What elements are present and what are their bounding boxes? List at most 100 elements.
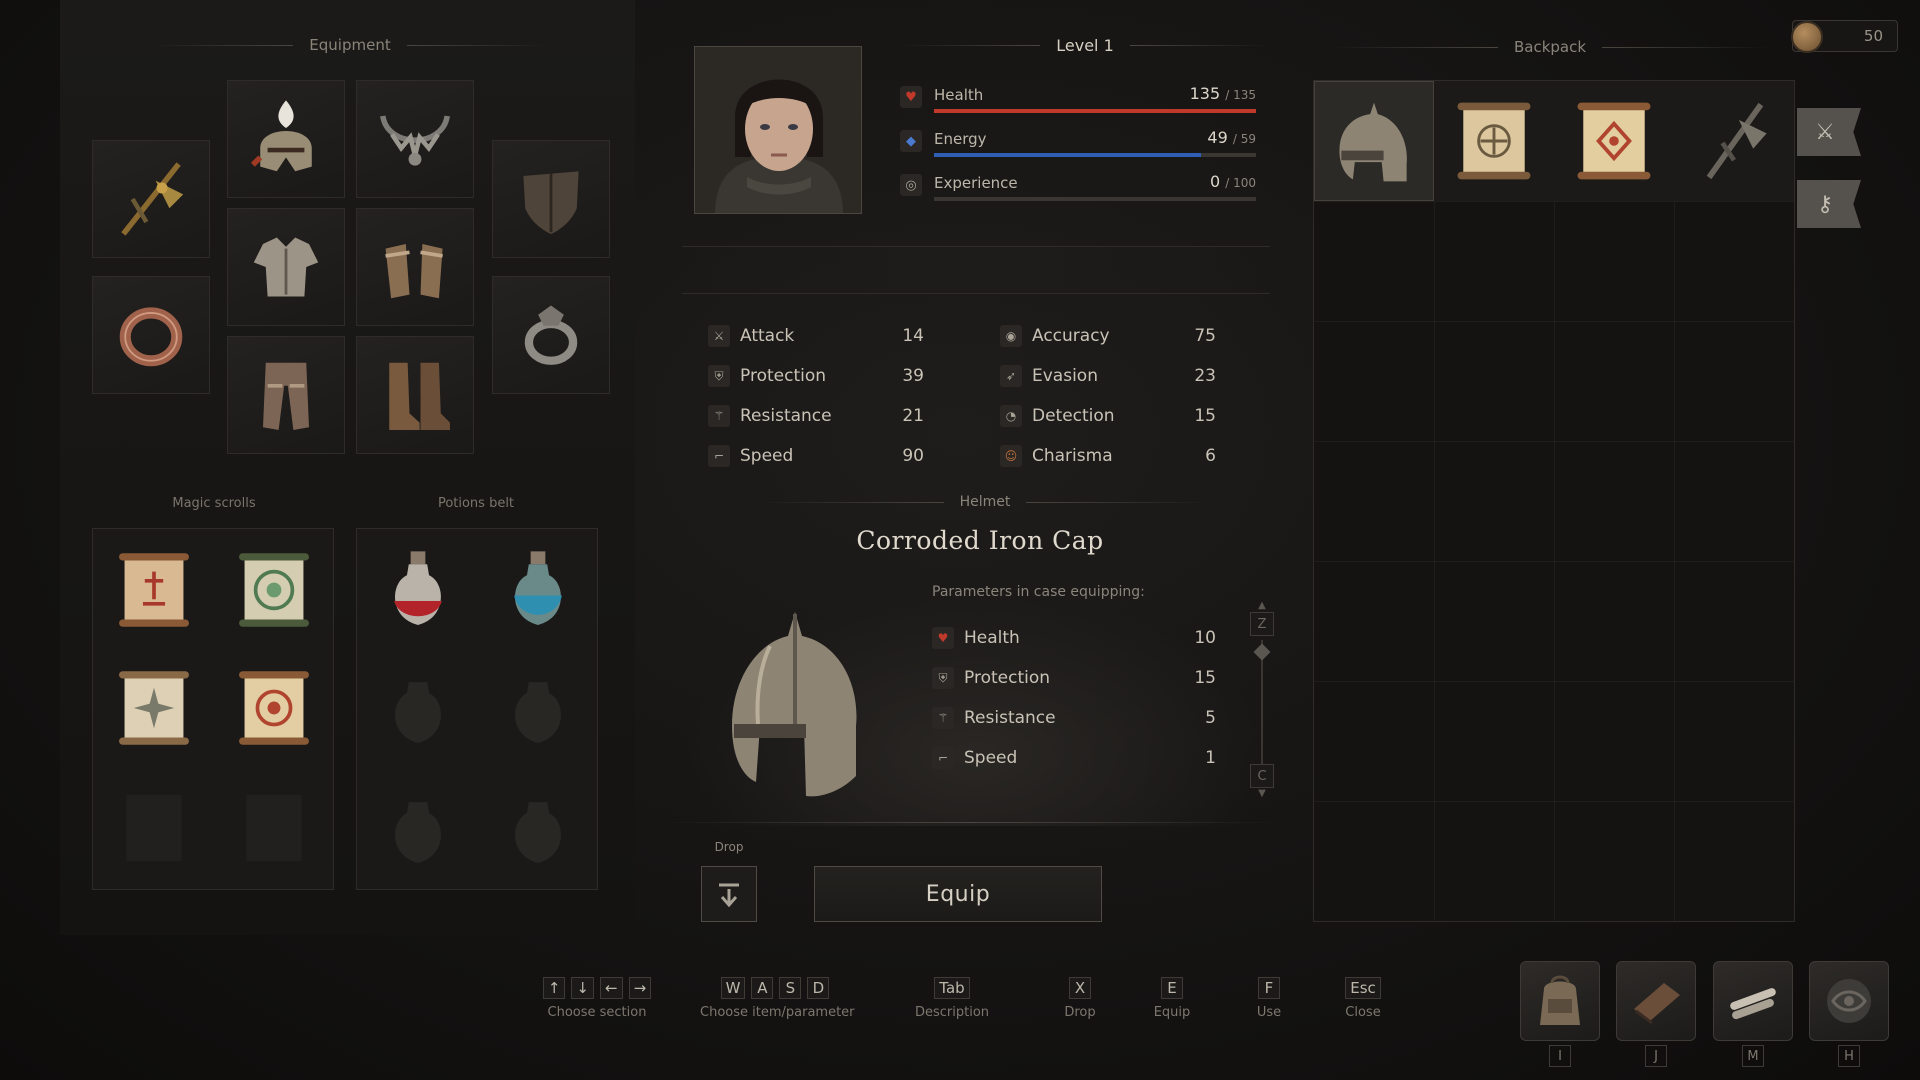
health-fill bbox=[934, 109, 1256, 113]
stat-attack[interactable]: ⚔ Attack 14 bbox=[708, 321, 924, 351]
scroll-up-arrow-icon[interactable]: ▲ bbox=[1254, 600, 1270, 612]
crossbow-icon bbox=[1706, 102, 1767, 180]
hint-label: Use bbox=[1256, 1005, 1282, 1020]
map-button[interactable] bbox=[1713, 961, 1793, 1041]
scroll-slot-2[interactable] bbox=[219, 535, 329, 645]
hint-use: F Use bbox=[1229, 977, 1309, 1020]
esc-key: Esc bbox=[1345, 977, 1381, 999]
boot-speed-icon: ⌐ bbox=[932, 747, 954, 769]
potion-slot-4-empty[interactable] bbox=[483, 653, 593, 763]
slot-gloves[interactable] bbox=[356, 208, 474, 326]
scroll-slot-4[interactable] bbox=[219, 653, 329, 763]
stat-name: Charisma bbox=[1032, 446, 1113, 466]
slot-leggings[interactable] bbox=[227, 336, 345, 454]
slot-boots[interactable] bbox=[356, 336, 474, 454]
backpack-slot-2[interactable] bbox=[1434, 81, 1554, 201]
slot-necklace[interactable] bbox=[356, 80, 474, 198]
scroll-slot-6-empty[interactable] bbox=[219, 773, 329, 883]
resistance-icon: ⚚ bbox=[932, 707, 954, 729]
stat-value: 39 bbox=[902, 366, 924, 386]
param-value: 5 bbox=[1205, 708, 1216, 728]
hint-label: Drop bbox=[1064, 1005, 1096, 1020]
param-speed[interactable]: ⌐ Speed 1 bbox=[932, 743, 1216, 773]
param-protection[interactable]: ⛨ Protection 15 bbox=[932, 663, 1216, 693]
params-title: Parameters in case equipping: bbox=[932, 584, 1145, 600]
potion-slot-3-empty[interactable] bbox=[363, 653, 473, 763]
journal-button[interactable] bbox=[1616, 961, 1696, 1041]
scroll-up-key[interactable]: Z bbox=[1250, 612, 1274, 636]
gold-counter: 50 bbox=[1791, 20, 1898, 53]
ornament-band bbox=[682, 246, 1270, 294]
health-label: Health bbox=[934, 86, 984, 104]
stat-name: Resistance bbox=[740, 406, 832, 426]
scroll-slot-1[interactable] bbox=[99, 535, 209, 645]
stat-value: 75 bbox=[1194, 326, 1216, 346]
scroll-down-key[interactable]: C bbox=[1250, 764, 1274, 788]
heart-icon: ♥ bbox=[932, 627, 954, 649]
tab-weapons[interactable]: ⚔ bbox=[1797, 108, 1861, 156]
stat-evasion[interactable]: ➶ Evasion 23 bbox=[1000, 361, 1216, 391]
equip-button[interactable]: Equip bbox=[814, 866, 1102, 922]
stat-charisma[interactable]: ☺ Charisma 6 bbox=[1000, 441, 1216, 471]
tab-keys[interactable]: ⚷ bbox=[1797, 180, 1861, 228]
potion-slot-6-empty[interactable] bbox=[483, 773, 593, 883]
scroll-down-arrow-icon[interactable]: ▼ bbox=[1254, 788, 1270, 800]
param-resistance[interactable]: ⚚ Resistance 5 bbox=[932, 703, 1216, 733]
slot-shield[interactable] bbox=[492, 140, 610, 258]
resistance-icon: ⚚ bbox=[708, 405, 730, 427]
slot-armor[interactable] bbox=[227, 208, 345, 326]
arrow-right-key: → bbox=[628, 977, 652, 999]
slot-ring-right[interactable] bbox=[492, 276, 610, 394]
e-key: E bbox=[1161, 977, 1183, 999]
param-name: Health bbox=[964, 628, 1020, 648]
param-value: 1 bbox=[1205, 748, 1216, 768]
params-scrollbar[interactable]: ▲ Z C ▼ bbox=[1250, 600, 1274, 800]
potion-slot-1[interactable] bbox=[363, 535, 473, 645]
param-health[interactable]: ♥ Health 10 bbox=[932, 623, 1216, 653]
iron-cap-icon bbox=[732, 612, 857, 797]
scroll-thumb[interactable] bbox=[1253, 643, 1271, 661]
stat-accuracy[interactable]: ◉ Accuracy 75 bbox=[1000, 321, 1216, 351]
backpack-grid[interactable] bbox=[1313, 80, 1795, 922]
experience-bar: ◎ Experience 0 / 100 bbox=[900, 170, 1256, 204]
backpack-slot-3[interactable] bbox=[1554, 81, 1674, 201]
stat-resistance[interactable]: ⚚ Resistance 21 bbox=[708, 401, 924, 431]
scroll-slot-5-empty[interactable] bbox=[99, 773, 209, 883]
energy-crystal-icon: ◆ bbox=[900, 130, 922, 152]
character-button[interactable] bbox=[1809, 961, 1889, 1041]
scroll-slot-3[interactable] bbox=[99, 653, 209, 763]
arrow-down-key: ↓ bbox=[571, 977, 594, 999]
empty-potion-placeholder-icon bbox=[515, 682, 561, 743]
compass-scroll-icon bbox=[119, 671, 189, 745]
backpack-slot-4[interactable] bbox=[1674, 81, 1794, 201]
stat-speed[interactable]: ⌐ Speed 90 bbox=[708, 441, 924, 471]
backpack-icon bbox=[1540, 975, 1580, 1025]
shield-icon bbox=[523, 171, 579, 234]
potion-slot-5-empty[interactable] bbox=[363, 773, 473, 883]
drop-button[interactable] bbox=[701, 866, 757, 922]
slot-helmet[interactable] bbox=[227, 80, 345, 198]
empty-scroll-placeholder-icon bbox=[126, 794, 182, 862]
potions-belt-title: Potions belt bbox=[437, 496, 515, 511]
red-potion-icon bbox=[394, 551, 442, 625]
key-icon: ⚷ bbox=[1816, 191, 1834, 217]
hint-label: Description bbox=[914, 1005, 990, 1020]
charisma-icon: ☺ bbox=[1000, 445, 1022, 467]
stat-protection[interactable]: ⛨ Protection 39 bbox=[708, 361, 924, 391]
inventory-button[interactable] bbox=[1520, 961, 1600, 1041]
journal-key: J bbox=[1645, 1045, 1667, 1067]
energy-label: Energy bbox=[934, 130, 987, 148]
crossbow-icon bbox=[121, 162, 184, 236]
potion-slot-2[interactable] bbox=[483, 535, 593, 645]
empty-potion-placeholder-icon bbox=[395, 682, 441, 743]
backpack-slot-1-selected[interactable] bbox=[1314, 81, 1434, 201]
plumed-helmet-icon bbox=[250, 100, 312, 172]
arrow-up-key: ↑ bbox=[542, 977, 566, 999]
x-key: X bbox=[1069, 977, 1091, 999]
slot-ring-left[interactable] bbox=[92, 276, 210, 394]
hint-description: Tab Description bbox=[912, 977, 992, 1020]
heart-icon: ♥ bbox=[900, 86, 922, 108]
stat-detection[interactable]: ◔ Detection 15 bbox=[1000, 401, 1216, 431]
hint-label: Equip bbox=[1153, 1005, 1191, 1020]
slot-weapon[interactable] bbox=[92, 140, 210, 258]
